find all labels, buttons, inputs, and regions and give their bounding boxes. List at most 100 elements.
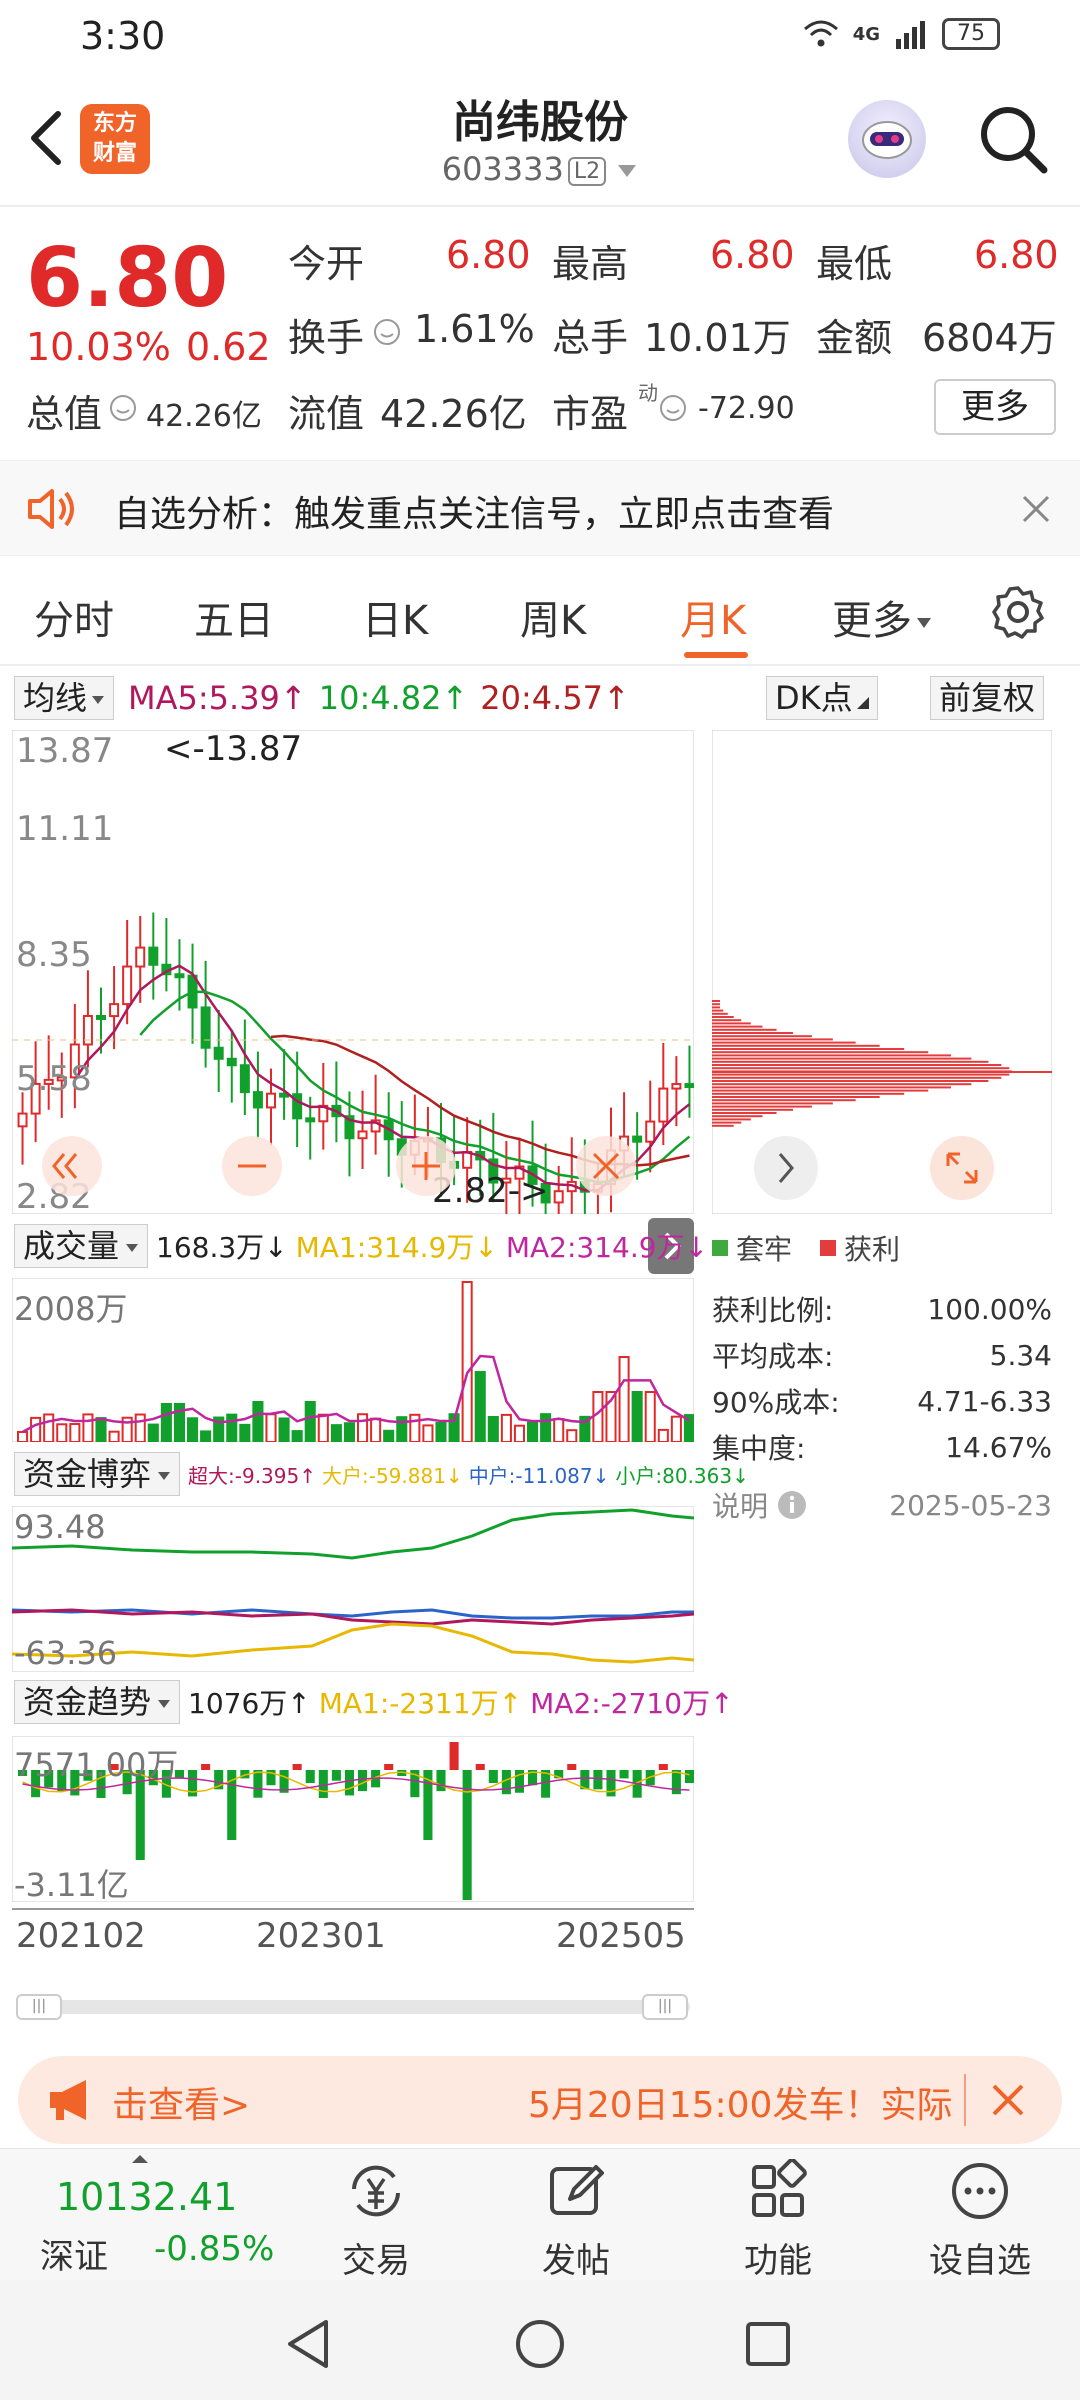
candle-body <box>239 1064 250 1094</box>
info-smile-icon[interactable] <box>658 393 688 423</box>
promo-banner[interactable]: 击查看> 5月20日15:00发车！实际 <box>18 2056 1062 2144</box>
close-icon[interactable] <box>1020 493 1052 525</box>
fund-trend-chart[interactable]: 7571.00万 -3.11亿 <box>12 1736 694 1902</box>
fund-trend-current: 1076万↑ <box>188 1687 311 1720</box>
volume-ma1: MA1:314.9万↓ <box>295 1231 498 1264</box>
fund-trend-bar <box>436 1770 446 1792</box>
chip-distribution-chart[interactable] <box>712 730 1052 1214</box>
fullscreen-button[interactable] <box>930 1136 994 1200</box>
y-label-2: 11.11 <box>16 809 113 849</box>
float-cap-value: 42.26亿 <box>380 392 527 436</box>
fund-game-max-label: 93.48 <box>14 1508 106 1546</box>
volume-bar <box>631 1391 643 1442</box>
y-label-max: 13.87 <box>16 731 113 771</box>
chip-bar <box>712 1112 777 1114</box>
signal-alert-banner[interactable]: 自选分析：触发重点关注信号，立即点击查看 <box>0 460 1080 556</box>
volume-bar <box>592 1391 604 1442</box>
index-ticker[interactable]: 10132.41 深证 -0.85% <box>0 2149 300 2281</box>
volume-select[interactable]: 成交量 <box>14 1224 149 1268</box>
chip-note-row: 说明 2025-05-23 <box>712 1482 1052 1528</box>
volume-bar <box>383 1429 395 1442</box>
more-dots-icon <box>952 2163 1008 2219</box>
chip-stats: 获利比例: 100.00% 平均成本: 5.34 90%成本: 4.71-6.33 集… <box>712 1286 1052 1528</box>
chip-bar <box>712 1025 763 1028</box>
back-triangle-icon[interactable] <box>284 2318 332 2370</box>
amount-value: 6804万 <box>922 316 1057 360</box>
trapped-legend: 套牢 <box>736 1233 793 1266</box>
tab-monthly-k[interactable]: 月K <box>680 588 746 646</box>
gear-icon[interactable] <box>990 584 1046 640</box>
volume-bar <box>670 1415 682 1442</box>
tab-five-day[interactable]: 五日 <box>194 588 274 646</box>
tab-weekly-k[interactable]: 周K <box>520 588 586 646</box>
profit-swatch <box>820 1240 837 1256</box>
range-slider-track[interactable] <box>16 2000 690 2014</box>
fund-trend-select[interactable]: 资金趋势 <box>14 1680 181 1724</box>
volume-bar <box>553 1418 565 1442</box>
scroll-left-button[interactable] <box>42 1136 102 1196</box>
active-tab-underline <box>684 652 748 658</box>
range-slider-right-handle[interactable]: ||| <box>642 1994 688 2020</box>
ma-select-label: 均线 <box>23 679 88 717</box>
volume-bar <box>43 1413 55 1442</box>
adjust-mode-button[interactable]: 前复权 <box>930 676 1045 720</box>
volume-bar <box>657 1428 669 1442</box>
close-icon[interactable] <box>990 2082 1026 2118</box>
fund-trend-select-label: 资金趋势 <box>23 1683 152 1721</box>
volume-chart[interactable]: 2008万 <box>12 1278 694 1442</box>
volume-bar <box>304 1401 316 1442</box>
y-label-3: 8.35 <box>16 935 92 975</box>
robot-assistant-icon[interactable] <box>848 100 926 178</box>
low-label: 最低 <box>816 242 893 286</box>
change-percent: 10.03% <box>26 325 171 369</box>
trade-button[interactable]: 交易 <box>286 2149 466 2281</box>
yuan-exchange-icon <box>352 2165 400 2217</box>
header: 东方 财富 尚纬股份 603333 L2 <box>0 72 1080 207</box>
search-icon[interactable] <box>976 102 1050 176</box>
fund-game-select-label: 资金博弈 <box>23 1455 152 1493</box>
volume-bar <box>187 1417 199 1442</box>
tab-intraday[interactable]: 分时 <box>34 588 114 646</box>
chip-bar <box>712 1099 856 1102</box>
tab-more-label: 更多 <box>832 598 912 644</box>
chip-bar <box>712 1102 833 1105</box>
fund-game-chart[interactable]: 93.48 -63.36 <box>12 1506 694 1672</box>
recents-square-icon[interactable] <box>744 2320 792 2368</box>
volume-select-label: 成交量 <box>23 1227 120 1265</box>
volume-indicator-row: 成交量 168.3万↓ MA1:314.9万↓ MA2:314.9万↓ <box>14 1224 708 1268</box>
info-smile-icon[interactable] <box>108 393 138 423</box>
home-circle-icon[interactable] <box>514 2318 566 2370</box>
candle-body <box>645 1120 656 1143</box>
chip-bar <box>712 1038 833 1041</box>
kline-chart[interactable]: 13.87 11.11 8.35 5.58 2.82 <-13.87 2.82-… <box>12 730 694 1214</box>
ma-select[interactable]: 均线 <box>14 676 115 720</box>
add-watchlist-button[interactable]: 设自选 <box>890 2149 1070 2281</box>
chart-period-tabs: 分时 五日 日K 周K 月K 更多 <box>0 560 1080 666</box>
tab-more[interactable]: 更多 <box>832 588 932 646</box>
last-price: 6.80 <box>26 231 229 326</box>
candle-body <box>684 1083 694 1089</box>
candle-body <box>174 973 185 979</box>
chip-bar <box>712 1028 777 1031</box>
candle-body <box>96 1014 106 1020</box>
low-value: 6.80 <box>974 233 1059 277</box>
volume-bar <box>291 1430 303 1442</box>
grid-apps-icon <box>752 2159 807 2217</box>
chip-bar <box>712 1083 972 1086</box>
more-button[interactable]: 更多 <box>934 379 1056 435</box>
volume-bar <box>487 1416 499 1442</box>
fund-game-select[interactable]: 资金博弈 <box>14 1452 181 1496</box>
dk-point-button[interactable]: DK点 <box>766 676 878 720</box>
range-slider-left-handle[interactable]: ||| <box>16 1994 62 2020</box>
info-smile-icon[interactable] <box>372 317 402 347</box>
tab-daily-k[interactable]: 日K <box>362 588 428 646</box>
candle-body <box>252 1091 263 1109</box>
expand-chip-button[interactable] <box>754 1136 818 1200</box>
volume-bar <box>422 1424 434 1442</box>
post-button[interactable]: 发帖 <box>486 2149 666 2281</box>
fund-trend-bar <box>344 1770 354 1796</box>
x-label-start: 202102 <box>16 1916 146 1956</box>
volume-bar <box>566 1429 578 1442</box>
features-button[interactable]: 功能 <box>688 2149 868 2281</box>
chip-bar <box>712 1121 742 1124</box>
